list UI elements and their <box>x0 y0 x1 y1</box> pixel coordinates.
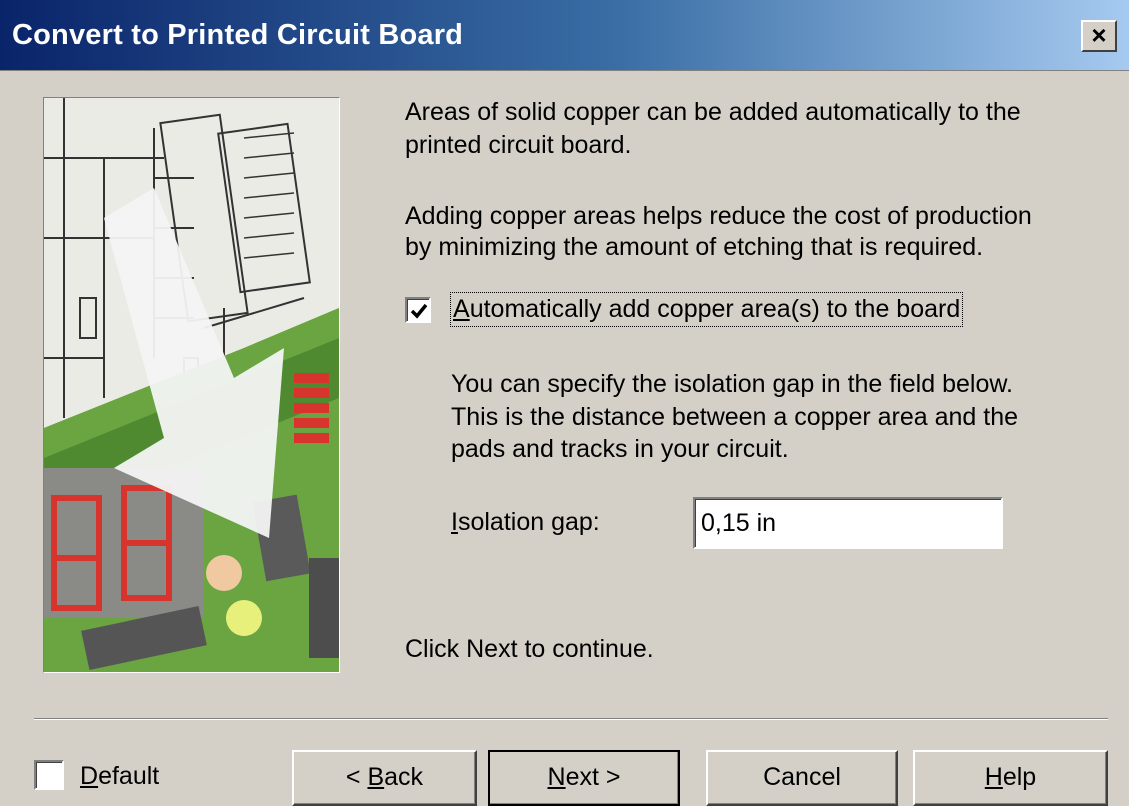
pcb-schematic-illustration-icon <box>44 98 339 672</box>
isolation-info-line-1: You can specify the isolation gap in the… <box>451 370 1013 398</box>
isolation-info-line-3: pads and tracks in your circuit. <box>451 435 789 463</box>
isolation-gap-input[interactable] <box>693 497 1003 549</box>
intro-line-1: Areas of solid copper can be added autom… <box>405 98 1021 126</box>
help-button[interactable]: Help <box>913 750 1108 806</box>
intro-line-2: printed circuit board. <box>405 131 632 159</box>
default-label[interactable]: Default <box>80 760 159 792</box>
checkmark-icon <box>410 303 428 319</box>
benefit-line-2: by minimizing the amount of etching that… <box>405 233 984 261</box>
back-button[interactable]: < Back <box>292 750 477 806</box>
continue-hint: Click Next to continue. <box>405 635 654 663</box>
isolation-gap-label: Isolation gap: <box>451 508 600 536</box>
window-title: Convert to Printed Circuit Board <box>12 19 464 51</box>
cancel-button[interactable]: Cancel <box>706 750 898 806</box>
default-checkbox[interactable] <box>34 760 64 790</box>
benefit-line-1: Adding copper areas helps reduce the cos… <box>405 202 1032 230</box>
auto-copper-label[interactable]: Automatically add copper area(s) to the … <box>449 292 964 327</box>
isolation-info-line-2: This is the distance between a copper ar… <box>451 403 1019 431</box>
footer-separator <box>34 718 1108 720</box>
close-button[interactable]: × <box>1081 20 1117 52</box>
close-icon: × <box>1091 20 1107 50</box>
next-button[interactable]: Next > <box>488 750 680 806</box>
pcb-illustration <box>43 97 340 673</box>
title-bar: Convert to Printed Circuit Board × <box>0 0 1129 71</box>
auto-copper-checkbox[interactable] <box>405 297 431 323</box>
